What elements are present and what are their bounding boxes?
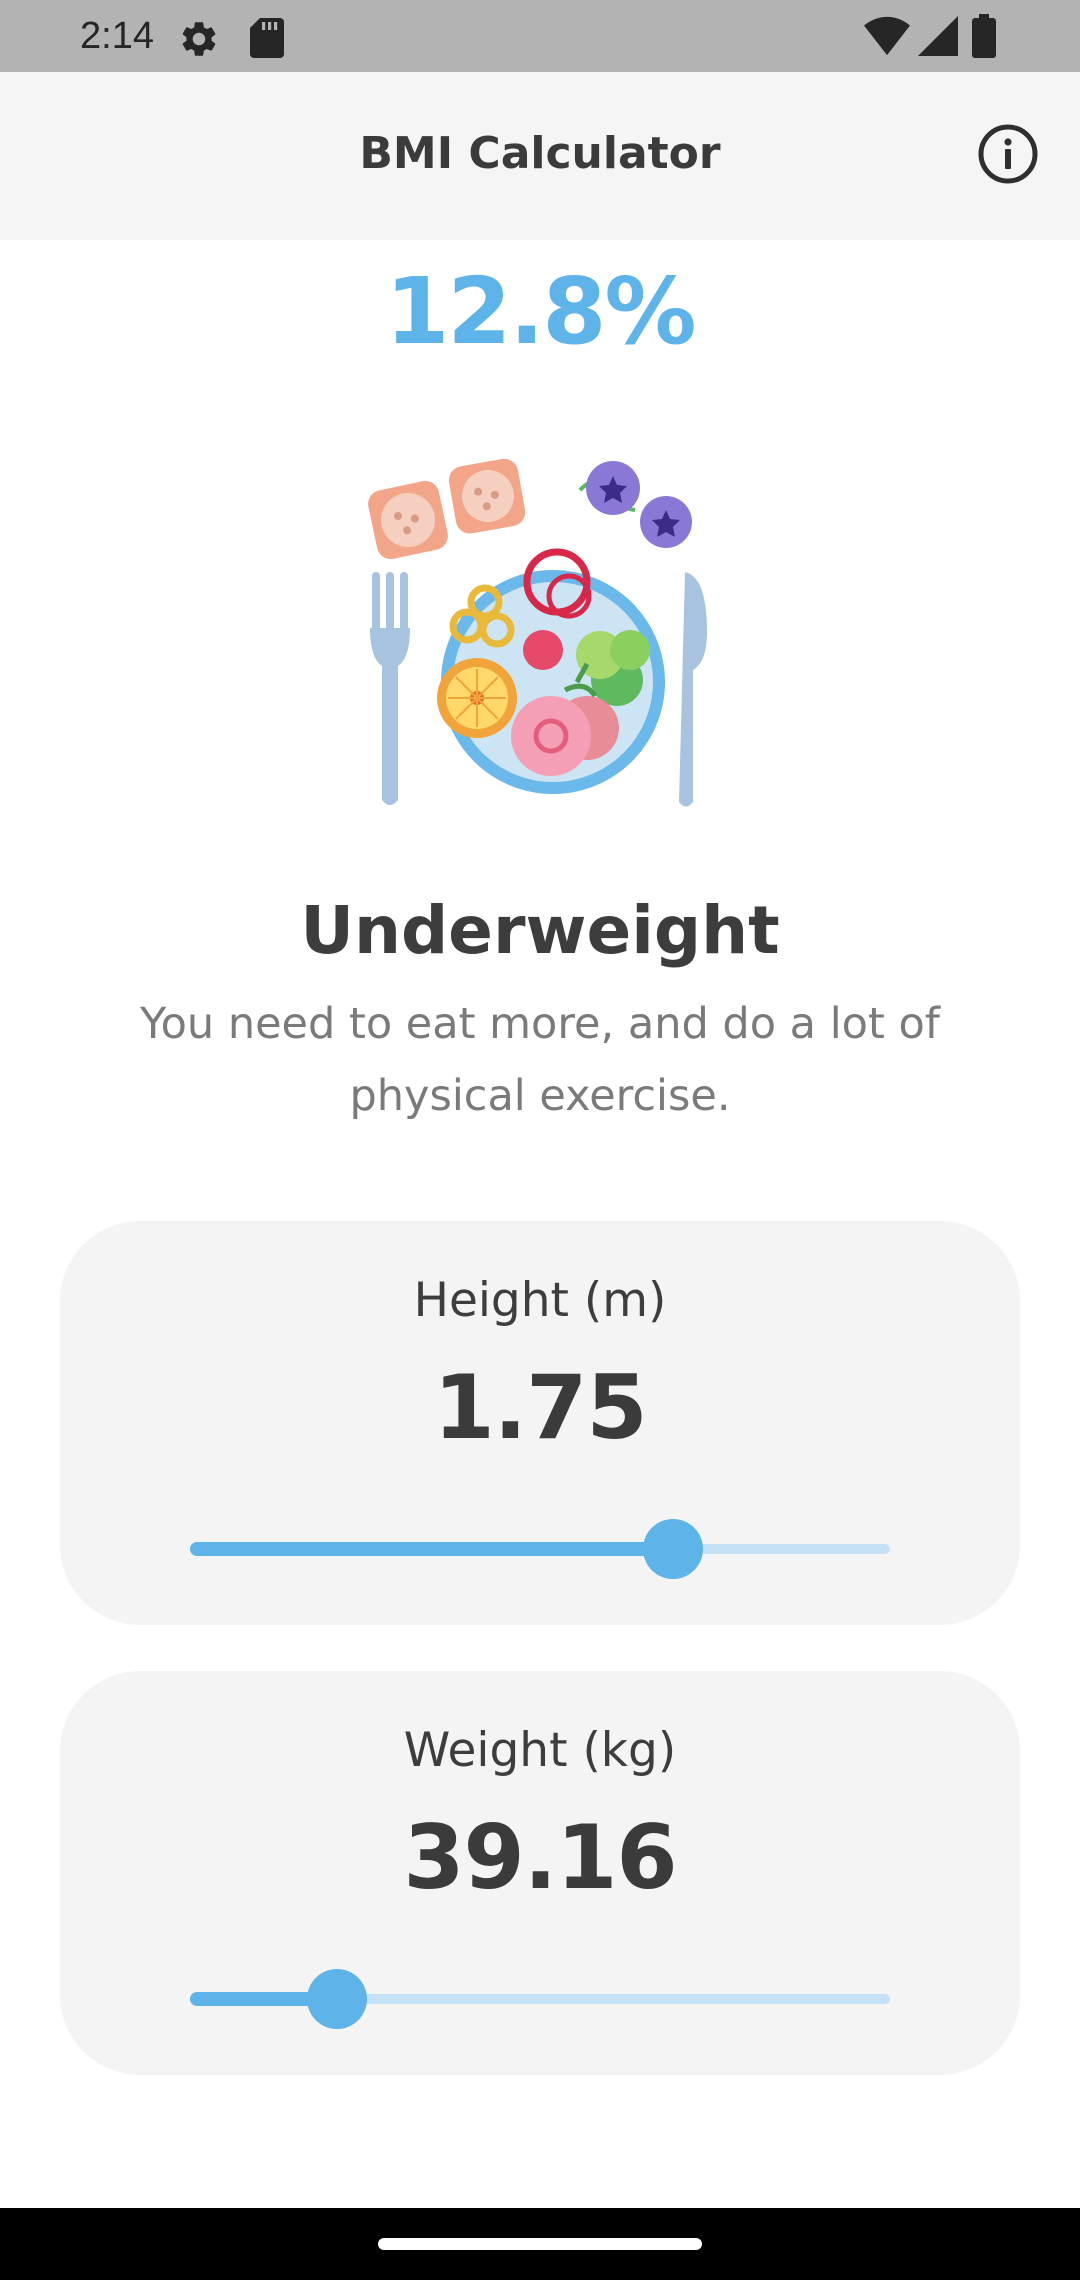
height-slider[interactable] xyxy=(190,1518,890,1579)
bmi-category: Underweight xyxy=(300,892,780,969)
height-card: Height (m) 1.75 xyxy=(60,1221,1020,1625)
height-label: Height (m) xyxy=(413,1273,667,1328)
food-plate-illustration xyxy=(368,458,707,807)
app-title: BMI Calculator xyxy=(359,128,721,179)
slider-fill xyxy=(190,1542,673,1556)
cellular-signal-icon xyxy=(918,16,958,56)
bmi-value: 12.8% xyxy=(385,258,696,365)
settings-gear-icon xyxy=(182,22,216,56)
weight-value: 39.16 xyxy=(403,1806,677,1909)
sd-card-icon xyxy=(250,18,284,58)
weight-slider[interactable] xyxy=(190,1968,890,2029)
battery-icon xyxy=(972,14,996,58)
wifi-icon xyxy=(864,16,910,56)
app-bar: BMI Calculator xyxy=(0,72,1080,240)
slider-thumb[interactable] xyxy=(643,1519,703,1579)
weight-label: Weight (kg) xyxy=(403,1723,677,1778)
slider-thumb[interactable] xyxy=(307,1969,367,2029)
advice-text: You need to eat more, and do a lot of ph… xyxy=(140,999,940,1121)
height-value: 1.75 xyxy=(433,1356,647,1459)
navigation-bar xyxy=(0,2208,1080,2280)
info-circle-icon[interactable] xyxy=(976,122,1040,186)
home-indicator[interactable] xyxy=(378,2238,702,2250)
status-time: 2:14 xyxy=(80,15,154,57)
weight-card: Weight (kg) 39.16 xyxy=(60,1671,1020,2075)
status-bar: 2:14 xyxy=(0,0,1080,72)
